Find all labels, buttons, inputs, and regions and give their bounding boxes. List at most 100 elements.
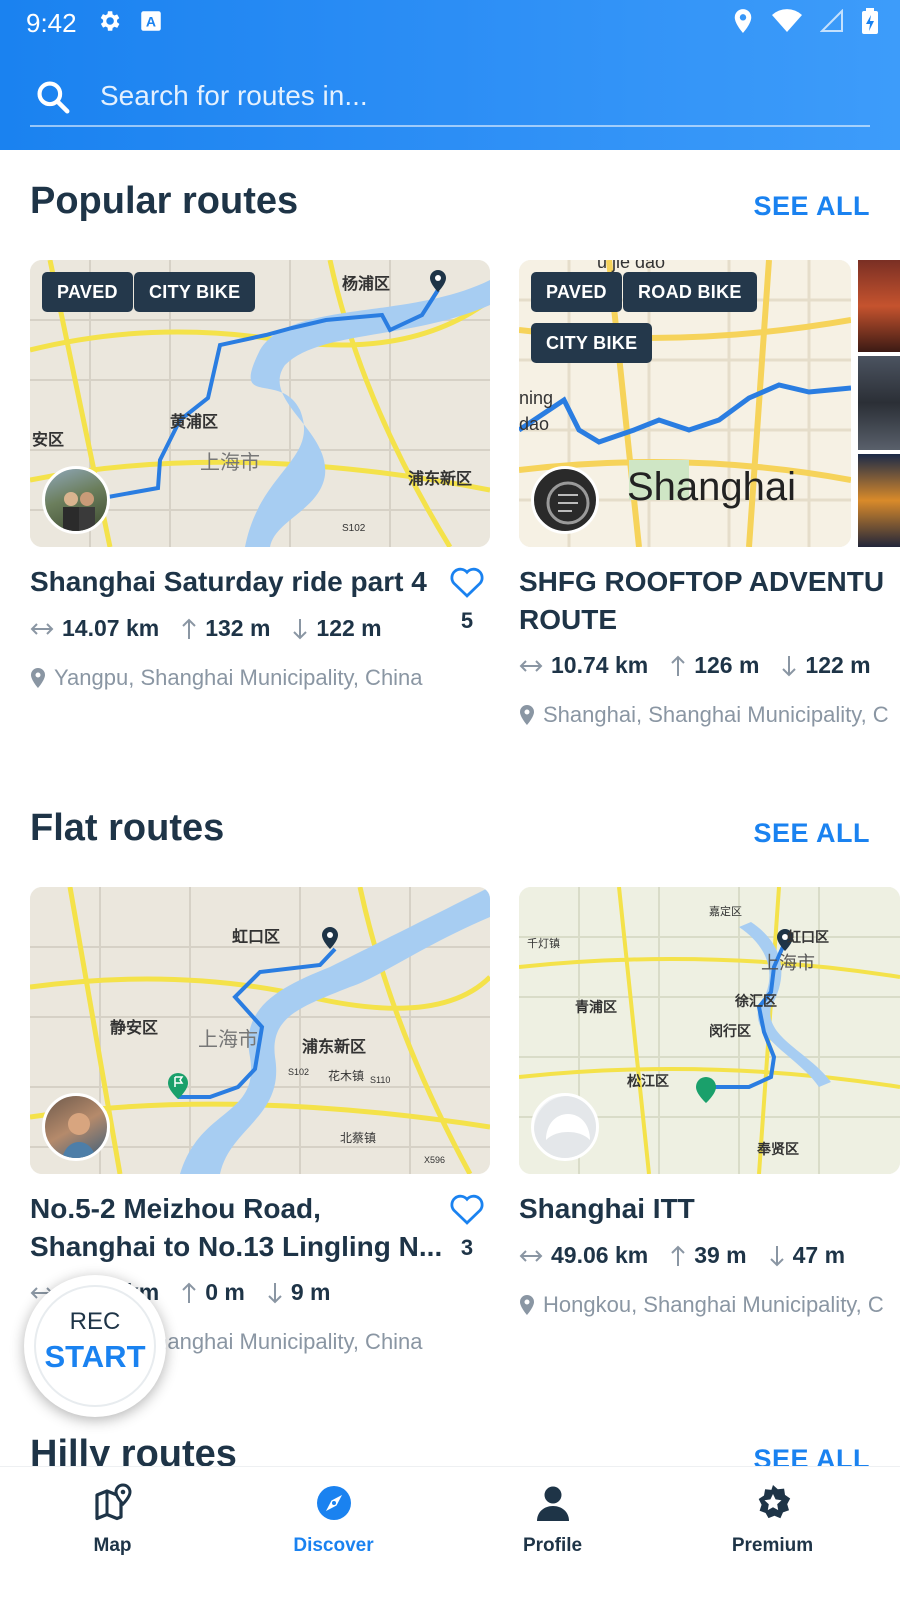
ascent-value: 0 m bbox=[205, 1279, 245, 1305]
map-label: 浦东新区 bbox=[408, 471, 473, 488]
nav-item-map[interactable]: Map bbox=[0, 1467, 225, 1600]
avatar[interactable] bbox=[531, 1093, 599, 1161]
map-label: X596 bbox=[424, 1155, 446, 1165]
map-label: 奉贤区 bbox=[757, 1141, 799, 1157]
map-label: ning bbox=[519, 388, 554, 408]
nav-item-profile[interactable]: Profile bbox=[440, 1467, 665, 1600]
next-card-photo-strip[interactable] bbox=[858, 260, 900, 547]
see-all-flat-button[interactable]: SEE ALL bbox=[753, 818, 870, 849]
ascent-stat: 39 m bbox=[670, 1242, 747, 1269]
font-a-icon: A bbox=[141, 11, 161, 31]
distance-value: 10.74 km bbox=[551, 652, 649, 678]
route-location: Hongkou, Shanghai Municipality, C bbox=[519, 1292, 884, 1318]
svg-text:A: A bbox=[146, 13, 156, 29]
descent-stat: 9 m bbox=[267, 1279, 331, 1306]
location-pin-icon bbox=[520, 1295, 534, 1315]
map-label: 浦东新区 bbox=[302, 1039, 367, 1056]
map-label: 松江区 bbox=[627, 1073, 669, 1089]
location-text: Yangpu, Shanghai Municipality, China bbox=[54, 665, 423, 690]
distance-icon bbox=[519, 1249, 543, 1262]
map-label: 上海市 bbox=[198, 1029, 258, 1051]
route-stats: 14.07 km 132 m 122 m bbox=[30, 615, 404, 642]
route-location: Shanghai, Shanghai Municipality, C bbox=[519, 702, 889, 728]
route-map-thumbnail[interactable]: 杨浦区 黄浦区 安区 上海市 浦东新区 S102 PAVED CITY BIKE bbox=[30, 260, 490, 547]
route-tag: PAVED bbox=[42, 272, 133, 312]
heart-icon[interactable] bbox=[448, 1192, 486, 1226]
route-tag: CITY BIKE bbox=[134, 272, 256, 312]
map-label: dao bbox=[519, 414, 550, 434]
ascent-value: 132 m bbox=[205, 615, 271, 641]
route-tag: PAVED bbox=[531, 272, 622, 312]
like-button[interactable]: 3 bbox=[445, 1192, 489, 1261]
settings-icon bbox=[100, 11, 120, 31]
like-button[interactable]: 5 bbox=[445, 565, 489, 634]
descent-value: 9 m bbox=[290, 1279, 331, 1305]
map-label: Shanghai bbox=[627, 465, 797, 509]
location-icon bbox=[734, 9, 752, 33]
arrow-up-icon bbox=[182, 618, 196, 639]
nav-item-premium[interactable]: Premium bbox=[660, 1467, 885, 1600]
avatar[interactable] bbox=[531, 466, 599, 534]
app-header: 9:42 A bbox=[0, 0, 900, 150]
distance-value: 49.06 km bbox=[551, 1242, 649, 1268]
route-tag: ROAD BIKE bbox=[623, 272, 757, 312]
route-map-thumbnail[interactable]: 虹口区 静安区 上海市 浦东新区 花木镇 北蔡镇 S102 S110 X596 bbox=[30, 887, 490, 1174]
bottom-navigation: Map Discover Profile Premium bbox=[0, 1466, 900, 1600]
map-label: 青浦区 bbox=[575, 999, 617, 1015]
descent-stat: 122 m bbox=[781, 652, 871, 679]
search-icon[interactable] bbox=[34, 78, 72, 116]
avatar[interactable] bbox=[42, 466, 110, 534]
map-label: S102 bbox=[342, 523, 366, 534]
arrow-up-icon bbox=[671, 655, 685, 676]
search-bar[interactable] bbox=[30, 72, 870, 127]
star-badge-icon bbox=[758, 1485, 790, 1519]
route-map-thumbnail[interactable]: Shanghai ning dao u jie dao PAVED ROAD B… bbox=[519, 260, 851, 547]
map-label: 花木镇 bbox=[328, 1069, 365, 1083]
like-count: 3 bbox=[460, 1235, 474, 1260]
nav-label: Premium bbox=[731, 1535, 814, 1556]
see-all-popular-button[interactable]: SEE ALL bbox=[753, 191, 870, 222]
status-bar: 9:42 A bbox=[0, 0, 900, 46]
record-start-button[interactable]: REC START bbox=[24, 1275, 166, 1417]
map-label: S102 bbox=[288, 1067, 310, 1077]
arrow-down-icon bbox=[782, 655, 797, 676]
nav-label: Map bbox=[93, 1535, 132, 1556]
route-title[interactable]: Shanghai Saturday ride part 4 bbox=[30, 563, 427, 601]
location-pin-icon bbox=[520, 705, 534, 725]
descent-stat: 47 m bbox=[769, 1242, 845, 1269]
map-label: S110 bbox=[370, 1075, 391, 1085]
section-title-flat: Flat routes bbox=[30, 807, 225, 849]
map-label: 杨浦区 bbox=[342, 276, 391, 293]
map-label: 上海市 bbox=[200, 452, 260, 474]
distance-stat: 14.07 km bbox=[30, 615, 159, 642]
heart-icon[interactable] bbox=[448, 565, 486, 599]
distance-stat: 10.74 km bbox=[519, 652, 648, 679]
cell-signal-icon bbox=[820, 9, 843, 32]
route-title-line[interactable]: ROUTE bbox=[519, 601, 617, 639]
ascent-stat: 132 m bbox=[181, 615, 270, 642]
search-input[interactable] bbox=[100, 76, 840, 116]
avatar[interactable] bbox=[42, 1093, 110, 1161]
map-label: 徐汇区 bbox=[735, 993, 777, 1009]
map-label: 闵行区 bbox=[709, 1023, 751, 1039]
ascent-stat: 126 m bbox=[670, 652, 759, 679]
nav-item-discover[interactable]: Discover bbox=[221, 1467, 446, 1600]
map-label: 嘉定区 bbox=[709, 906, 742, 918]
location-text: Hongkou, Shanghai Municipality, C bbox=[543, 1292, 884, 1317]
route-title-line[interactable]: Shanghai to No.13 Lingling N... bbox=[30, 1228, 442, 1266]
map-label: 上海市 bbox=[761, 953, 815, 973]
route-stats: 10.74 km 126 m 122 m bbox=[519, 652, 893, 679]
map-label: 黄浦区 bbox=[170, 414, 219, 431]
ascent-value: 39 m bbox=[694, 1242, 747, 1268]
arrow-up-icon bbox=[182, 1282, 196, 1303]
map-label: 北蔡镇 bbox=[340, 1131, 377, 1145]
distance-icon bbox=[30, 622, 54, 635]
arrow-up-icon bbox=[671, 1245, 685, 1266]
start-label: START bbox=[44, 1339, 146, 1374]
route-map-thumbnail[interactable]: 虹口区 上海市 青浦区 徐汇区 闵行区 松江区 奉贤区 千灯镇 嘉定区 bbox=[519, 887, 900, 1174]
route-title-line[interactable]: SHFG ROOFTOP ADVENTU bbox=[519, 563, 884, 601]
default-avatar-helmet-icon bbox=[534, 1096, 596, 1158]
route-title[interactable]: Shanghai ITT bbox=[519, 1190, 695, 1228]
route-title-line[interactable]: No.5-2 Meizhou Road, bbox=[30, 1190, 321, 1228]
distance-value: 14.07 km bbox=[62, 615, 160, 641]
